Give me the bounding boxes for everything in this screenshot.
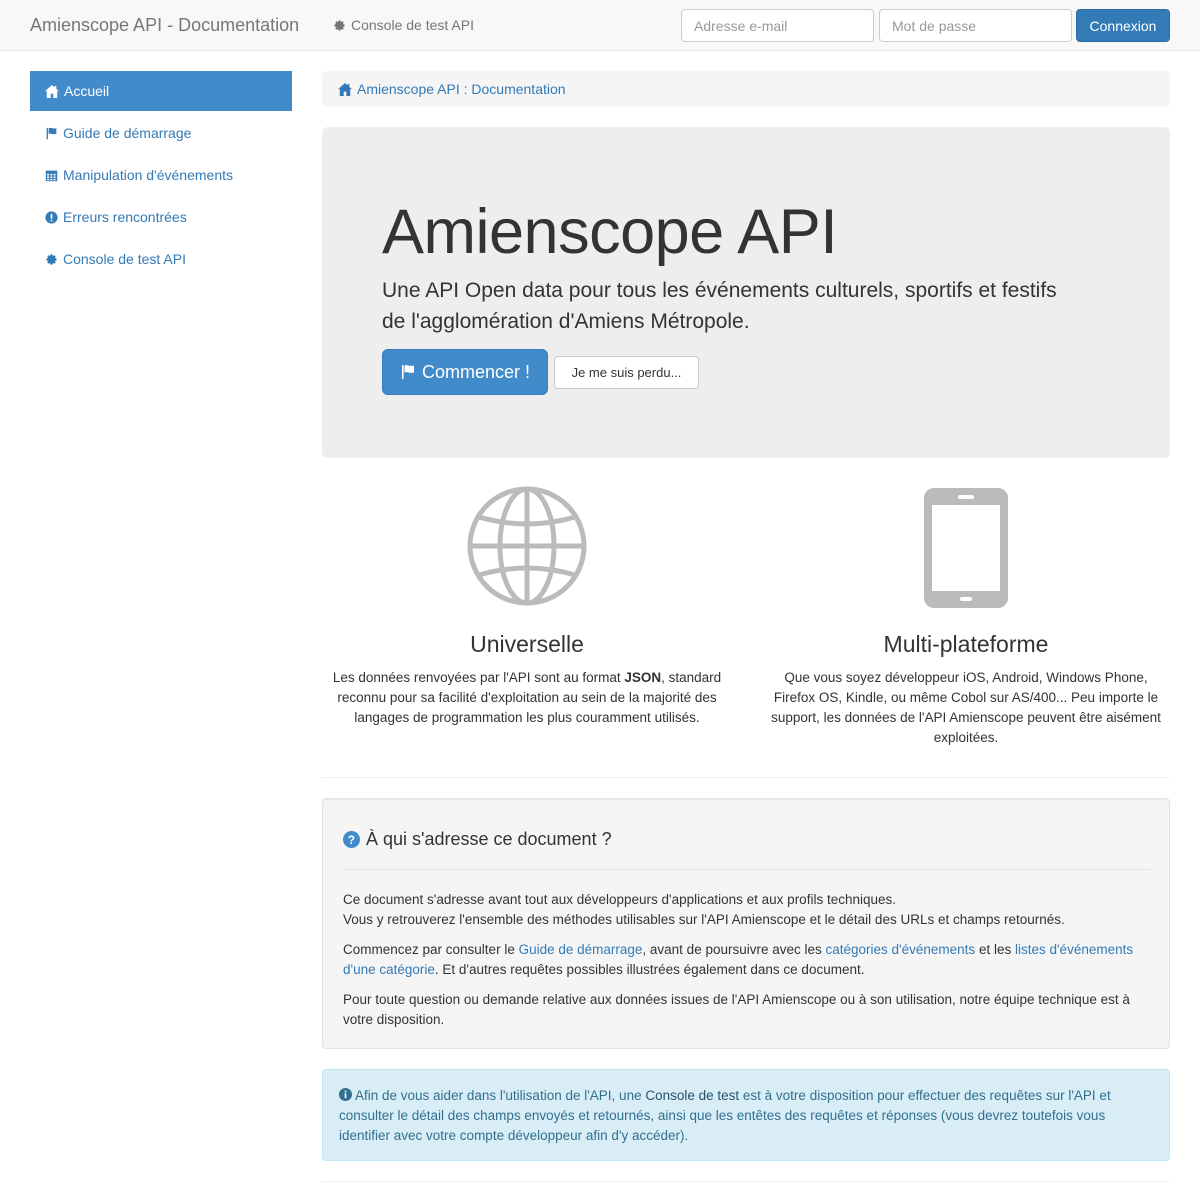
- audience-body: Ce document s'adresse avant tout aux dév…: [343, 890, 1151, 1040]
- gear-icon: [46, 253, 57, 265]
- console-test-link[interactable]: Console de test: [645, 1088, 739, 1103]
- flag-icon: [401, 365, 414, 379]
- calendar-icon: [45, 170, 58, 181]
- sidebar-item-label: Console de test API: [63, 251, 186, 267]
- feature-title: Universelle: [470, 631, 584, 657]
- divider: [322, 1181, 1170, 1182]
- question-circle-icon: ?: [343, 831, 360, 848]
- audience-paragraph: Ce document s'adresse avant tout aux dév…: [343, 892, 1065, 927]
- sidebar-item-errors[interactable]: Erreurs rencontrées: [30, 197, 292, 237]
- info-circle-icon: [339, 1088, 352, 1101]
- sidebar-nav: Accueil Guide de démarrage Manipulation …: [30, 71, 292, 281]
- hero-title: Amienscope API: [382, 197, 838, 267]
- feature-universal: Universelle Les données renvoyées par l'…: [315, 485, 739, 728]
- tablet-icon: [924, 488, 1008, 608]
- exclamation-circle-icon: [45, 210, 58, 224]
- audience-paragraph: Commencez par consulter le Guide de déma…: [343, 942, 1134, 977]
- sidebar-item-label: Accueil: [64, 83, 110, 99]
- audience-panel: ? À qui s'adresse ce document ? Ce docum…: [322, 798, 1170, 1049]
- nav-console-link[interactable]: Console de test API: [333, 17, 474, 33]
- start-button-label: Commencer !: [421, 361, 531, 382]
- guide-link[interactable]: Guide de démarrage: [519, 942, 643, 957]
- sidebar-item-accueil[interactable]: Accueil: [30, 71, 292, 111]
- globe-icon: [467, 486, 587, 606]
- feature-title: Multi-plateforme: [883, 631, 1049, 657]
- nav-console-label: Console de test API: [351, 17, 474, 33]
- breadcrumb[interactable]: Amienscope API : Documentation: [322, 71, 1170, 107]
- brand-title[interactable]: Amienscope API - Documentation: [30, 15, 299, 36]
- start-button[interactable]: Commencer !: [382, 349, 548, 395]
- audience-title: À qui s'adresse ce document ?: [366, 829, 612, 849]
- audience-heading: ? À qui s'adresse ce document ?: [343, 829, 612, 850]
- sidebar-item-console[interactable]: Console de test API: [30, 239, 292, 279]
- top-navbar: Amienscope API - Documentation Console d…: [0, 0, 1200, 51]
- feature-text: Les données renvoyées par l'API sont au …: [332, 670, 722, 725]
- hero-jumbotron: Amienscope API Une API Open data pour to…: [322, 127, 1170, 458]
- gear-icon: [334, 19, 345, 31]
- categories-link[interactable]: catégories d'événements: [826, 942, 976, 957]
- hero-lead: Une API Open data pour tous les événemen…: [382, 279, 1057, 333]
- email-field[interactable]: [681, 9, 874, 42]
- home-icon: [45, 84, 59, 98]
- breadcrumb-label: Amienscope API : Documentation: [357, 81, 566, 97]
- sidebar-item-label: Erreurs rencontrées: [63, 209, 187, 225]
- audience-paragraph: Pour toute question ou demande relative …: [343, 992, 1130, 1027]
- feature-text: Que vous soyez développeur iOS, Android,…: [771, 670, 1161, 745]
- sidebar-item-events[interactable]: Manipulation d'événements: [30, 155, 292, 195]
- home-icon: [338, 82, 352, 96]
- divider: [322, 777, 1170, 778]
- sidebar-item-label: Manipulation d'événements: [63, 167, 234, 183]
- login-button[interactable]: Connexion: [1076, 9, 1170, 42]
- divider: [343, 869, 1151, 870]
- feature-multiplatform: Multi-plateforme Que vous soyez développ…: [754, 485, 1178, 748]
- sidebar-item-label: Guide de démarrage: [63, 125, 192, 141]
- lost-button[interactable]: Je me suis perdu...: [554, 356, 699, 389]
- password-field[interactable]: [879, 9, 1072, 42]
- flag-icon: [46, 127, 57, 139]
- svg-text:?: ?: [348, 834, 355, 847]
- sidebar-item-guide[interactable]: Guide de démarrage: [30, 113, 292, 153]
- info-alert: Afin de vous aider dans l'utilisation de…: [322, 1069, 1170, 1161]
